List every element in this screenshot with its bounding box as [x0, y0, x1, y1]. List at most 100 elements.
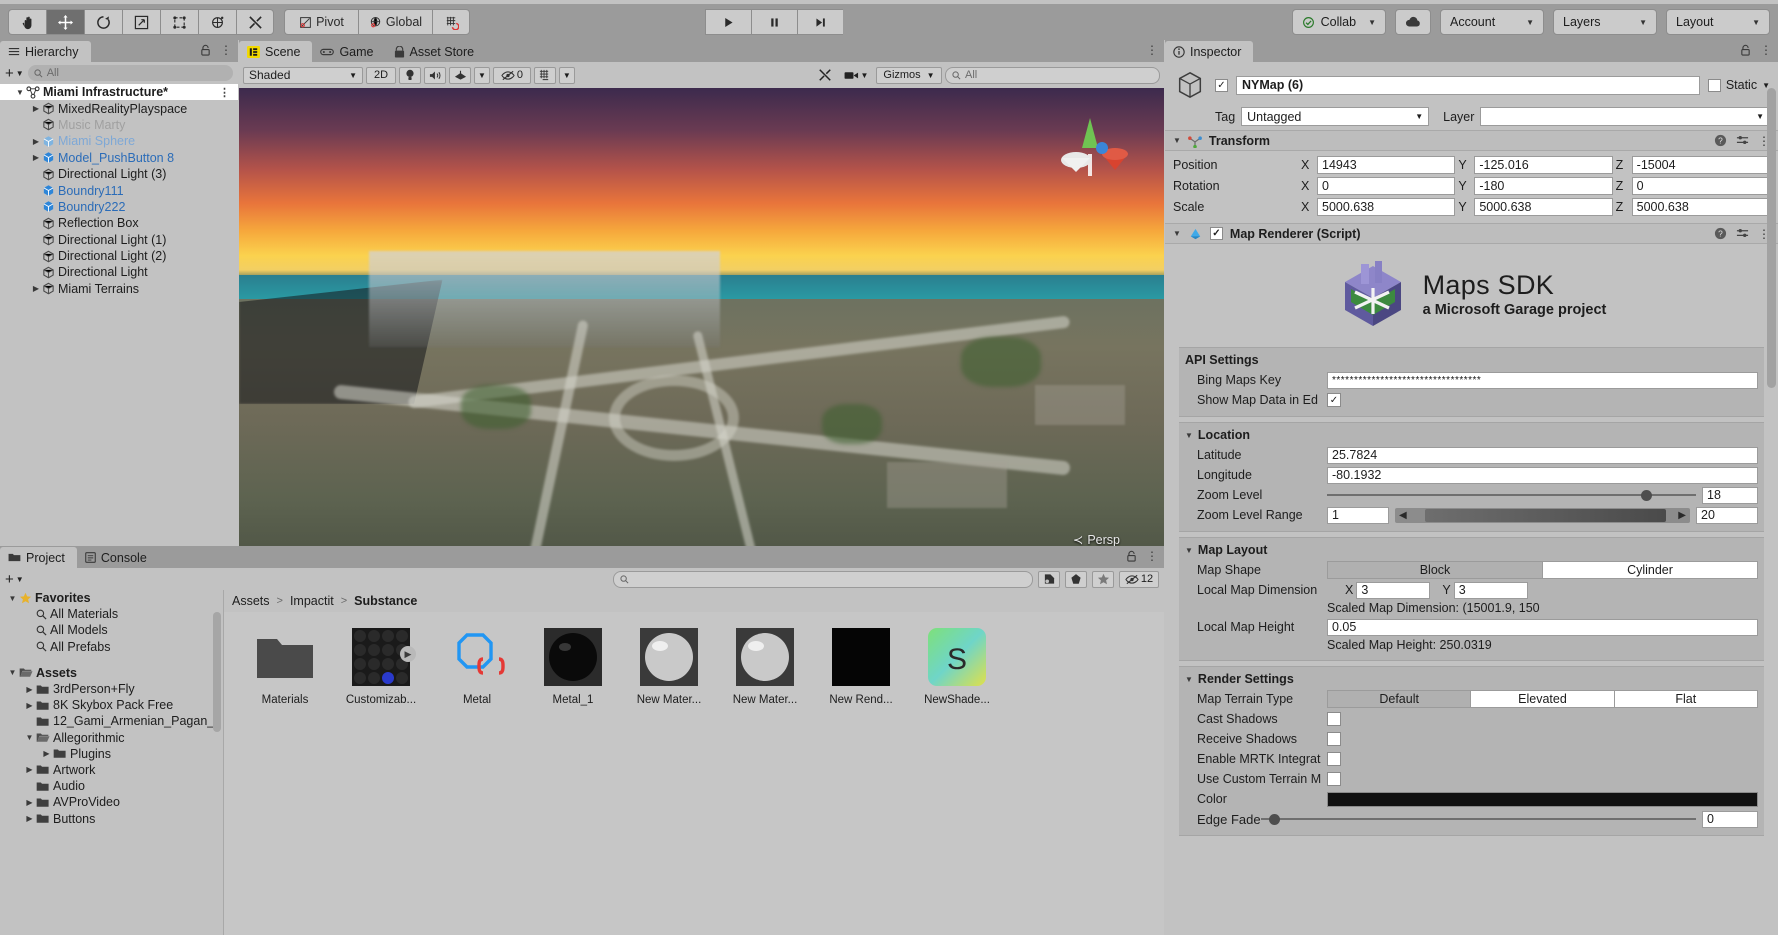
create-asset-button[interactable]: + ▼: [5, 571, 24, 588]
pause-button[interactable]: [750, 9, 797, 35]
create-object-button[interactable]: + ▼: [5, 65, 24, 82]
layer-dropdown[interactable]: ▼: [1480, 107, 1770, 126]
help-icon[interactable]: ?: [1714, 134, 1727, 147]
hierarchy-item-mixedrealityplayspace[interactable]: ▶ MixedRealityPlayspace: [0, 100, 238, 116]
hierarchy-item-miami-sphere[interactable]: ▶ Miami Sphere: [0, 133, 238, 149]
scene-grid-snap-toggle[interactable]: [533, 66, 556, 84]
move-tool[interactable]: [46, 9, 84, 35]
expand-arrow-icon[interactable]: ▶: [23, 642, 36, 651]
expand-arrow-icon[interactable]: ▶: [30, 219, 42, 228]
zoom-range-max-input[interactable]: 20: [1696, 506, 1758, 524]
scene-fx-toggle[interactable]: [449, 66, 471, 84]
scale-z-input[interactable]: 5000.638: [1631, 197, 1770, 216]
rotate-tool[interactable]: [84, 9, 122, 35]
label-filter-button[interactable]: [1065, 570, 1087, 588]
asset-item[interactable]: Metal: [438, 626, 516, 706]
asset-item[interactable]: Materials: [246, 626, 324, 706]
hierarchy-search-input[interactable]: All: [27, 65, 233, 81]
step-button[interactable]: [796, 9, 843, 35]
zoom-range-slider[interactable]: ◀ ▶: [1395, 507, 1690, 523]
project-visibility-count[interactable]: 12: [1119, 570, 1159, 588]
tab-game[interactable]: Game: [312, 41, 385, 62]
tab-inspector[interactable]: Inspector: [1165, 41, 1254, 62]
gameobject-name-input[interactable]: NYMap (6): [1236, 75, 1700, 95]
project-tree-item-audio[interactable]: ▶ Audio: [0, 778, 223, 794]
collapse-triangle-icon[interactable]: ▼: [1173, 136, 1181, 145]
rotation-y-input[interactable]: -180: [1474, 176, 1613, 195]
transform-tool[interactable]: [198, 9, 236, 35]
scene-viewport[interactable]: ≺ Persp: [239, 88, 1164, 567]
global-toggle[interactable]: Global: [358, 9, 432, 35]
expand-arrow-icon[interactable]: ▶: [30, 202, 42, 211]
expand-arrow-icon[interactable]: ▶: [23, 610, 36, 619]
tab-scene[interactable]: Scene: [239, 41, 313, 62]
hierarchy-item-boundry111[interactable]: ▶ Boundry111: [0, 182, 238, 198]
hierarchy-item-music-marty[interactable]: ▶ Music Marty: [0, 117, 238, 133]
terrain-option-elevated[interactable]: Elevated: [1470, 690, 1614, 708]
collapse-triangle-icon[interactable]: ▼: [1173, 229, 1181, 238]
lock-icon[interactable]: [200, 44, 211, 56]
edge-fade-slider[interactable]: [1260, 811, 1696, 828]
breadcrumb-item-assets[interactable]: Assets: [232, 594, 270, 608]
expand-arrow-icon[interactable]: ▶: [40, 749, 53, 758]
position-x-input[interactable]: 14943: [1317, 155, 1456, 174]
color-swatch[interactable]: [1327, 791, 1758, 807]
hand-tool[interactable]: [8, 9, 46, 35]
inspector-menu-icon[interactable]: ⋮: [1760, 43, 1772, 57]
location-title[interactable]: ▼ Location: [1179, 427, 1764, 445]
scene-hidden-objects[interactable]: 0: [492, 66, 531, 84]
rotation-z-input[interactable]: 0: [1631, 176, 1770, 195]
gizmos-dropdown[interactable]: Gizmos ▼: [876, 66, 942, 84]
scene-audio-toggle[interactable]: [424, 66, 446, 84]
show-map-data-checkbox[interactable]: ✓: [1327, 393, 1341, 407]
longitude-input[interactable]: -80.1932: [1327, 466, 1758, 484]
project-tree-item-plugins[interactable]: ▶ Plugins: [0, 746, 223, 762]
expand-arrow-icon[interactable]: ▶: [23, 685, 36, 694]
pivot-toggle[interactable]: Pivot: [284, 9, 358, 35]
position-y-input[interactable]: -125.016: [1474, 155, 1613, 174]
terrain-option-flat[interactable]: Flat: [1613, 690, 1758, 708]
map-terrain-type-segmented[interactable]: Default Elevated Flat: [1327, 690, 1758, 708]
expand-arrow-icon[interactable]: ▶: [23, 717, 36, 726]
expand-arrow-icon[interactable]: ▶: [23, 626, 36, 635]
project-tree-item-favorites[interactable]: ▼ Favorites: [0, 590, 223, 606]
scale-x-input[interactable]: 5000.638: [1317, 197, 1456, 216]
project-tree-item-avprovideo[interactable]: ▶ AVProVideo: [0, 794, 223, 810]
zoom-range-left-handle[interactable]: ◀: [1399, 510, 1407, 521]
project-tree-item-12-gami-armenian-pagan[interactable]: ▶ 12_Gami_Armenian_Pagan_: [0, 713, 223, 729]
grid-snap-toggle[interactable]: [432, 9, 470, 35]
project-folder-tree[interactable]: ▼ Favorites ▶ All Materials ▶ All Models ▶ All …: [0, 590, 223, 827]
hierarchy-item-directional-light-2[interactable]: ▶ Directional Light (2): [0, 248, 238, 264]
asset-item[interactable]: Metal_1: [534, 626, 612, 706]
static-checkbox[interactable]: [1707, 78, 1721, 92]
preset-icon[interactable]: [1736, 227, 1749, 240]
project-tree-item-all-models[interactable]: ▶ All Models: [0, 622, 223, 638]
rotation-x-input[interactable]: 0: [1317, 176, 1456, 195]
asset-grid[interactable]: Materials ▶ Customizab... Metal Metal_1 New M…: [224, 612, 1164, 935]
save-filter-button[interactable]: [1038, 570, 1060, 588]
project-tree-item-all-materials[interactable]: ▶ All Materials: [0, 606, 223, 622]
lock-icon[interactable]: [1126, 550, 1137, 562]
breadcrumb-item-impactit[interactable]: Impactit: [290, 594, 334, 608]
latitude-input[interactable]: 25.7824: [1327, 446, 1758, 464]
position-z-input[interactable]: -15004: [1631, 155, 1770, 174]
tab-asset-store[interactable]: Asset Store: [386, 41, 487, 62]
project-tree-item-8k-skybox-pack-free[interactable]: ▶ 8K Skybox Pack Free: [0, 697, 223, 713]
expand-arrow-icon[interactable]: ▶: [30, 120, 42, 129]
tag-dropdown[interactable]: Untagged ▼: [1241, 107, 1430, 126]
expand-arrow-icon[interactable]: ▶: [30, 170, 42, 179]
zoom-range-min-input[interactable]: 1: [1327, 506, 1389, 524]
scene-search-input[interactable]: All: [945, 66, 1160, 84]
hierarchy-item-miami-infrastructure[interactable]: ▼ Miami Infrastructure* ⋮: [0, 84, 238, 101]
shading-mode-dropdown[interactable]: Shaded ▼: [243, 66, 363, 84]
hierarchy-item-directional-light-3[interactable]: ▶ Directional Light (3): [0, 166, 238, 182]
expand-arrow-icon[interactable]: ▼: [23, 733, 36, 742]
expand-arrow-icon[interactable]: ▼: [6, 594, 19, 603]
expand-arrow-icon[interactable]: ▶: [23, 782, 36, 791]
project-menu-icon[interactable]: ⋮: [1146, 549, 1158, 563]
hierarchy-item-directional-light-1[interactable]: ▶ Directional Light (1): [0, 232, 238, 248]
project-tree-scrollbar[interactable]: [213, 612, 221, 732]
local-map-dimension-x-input[interactable]: 3: [1356, 581, 1431, 599]
expand-arrow-icon[interactable]: ▶: [30, 137, 42, 146]
scale-y-input[interactable]: 5000.638: [1474, 197, 1613, 216]
